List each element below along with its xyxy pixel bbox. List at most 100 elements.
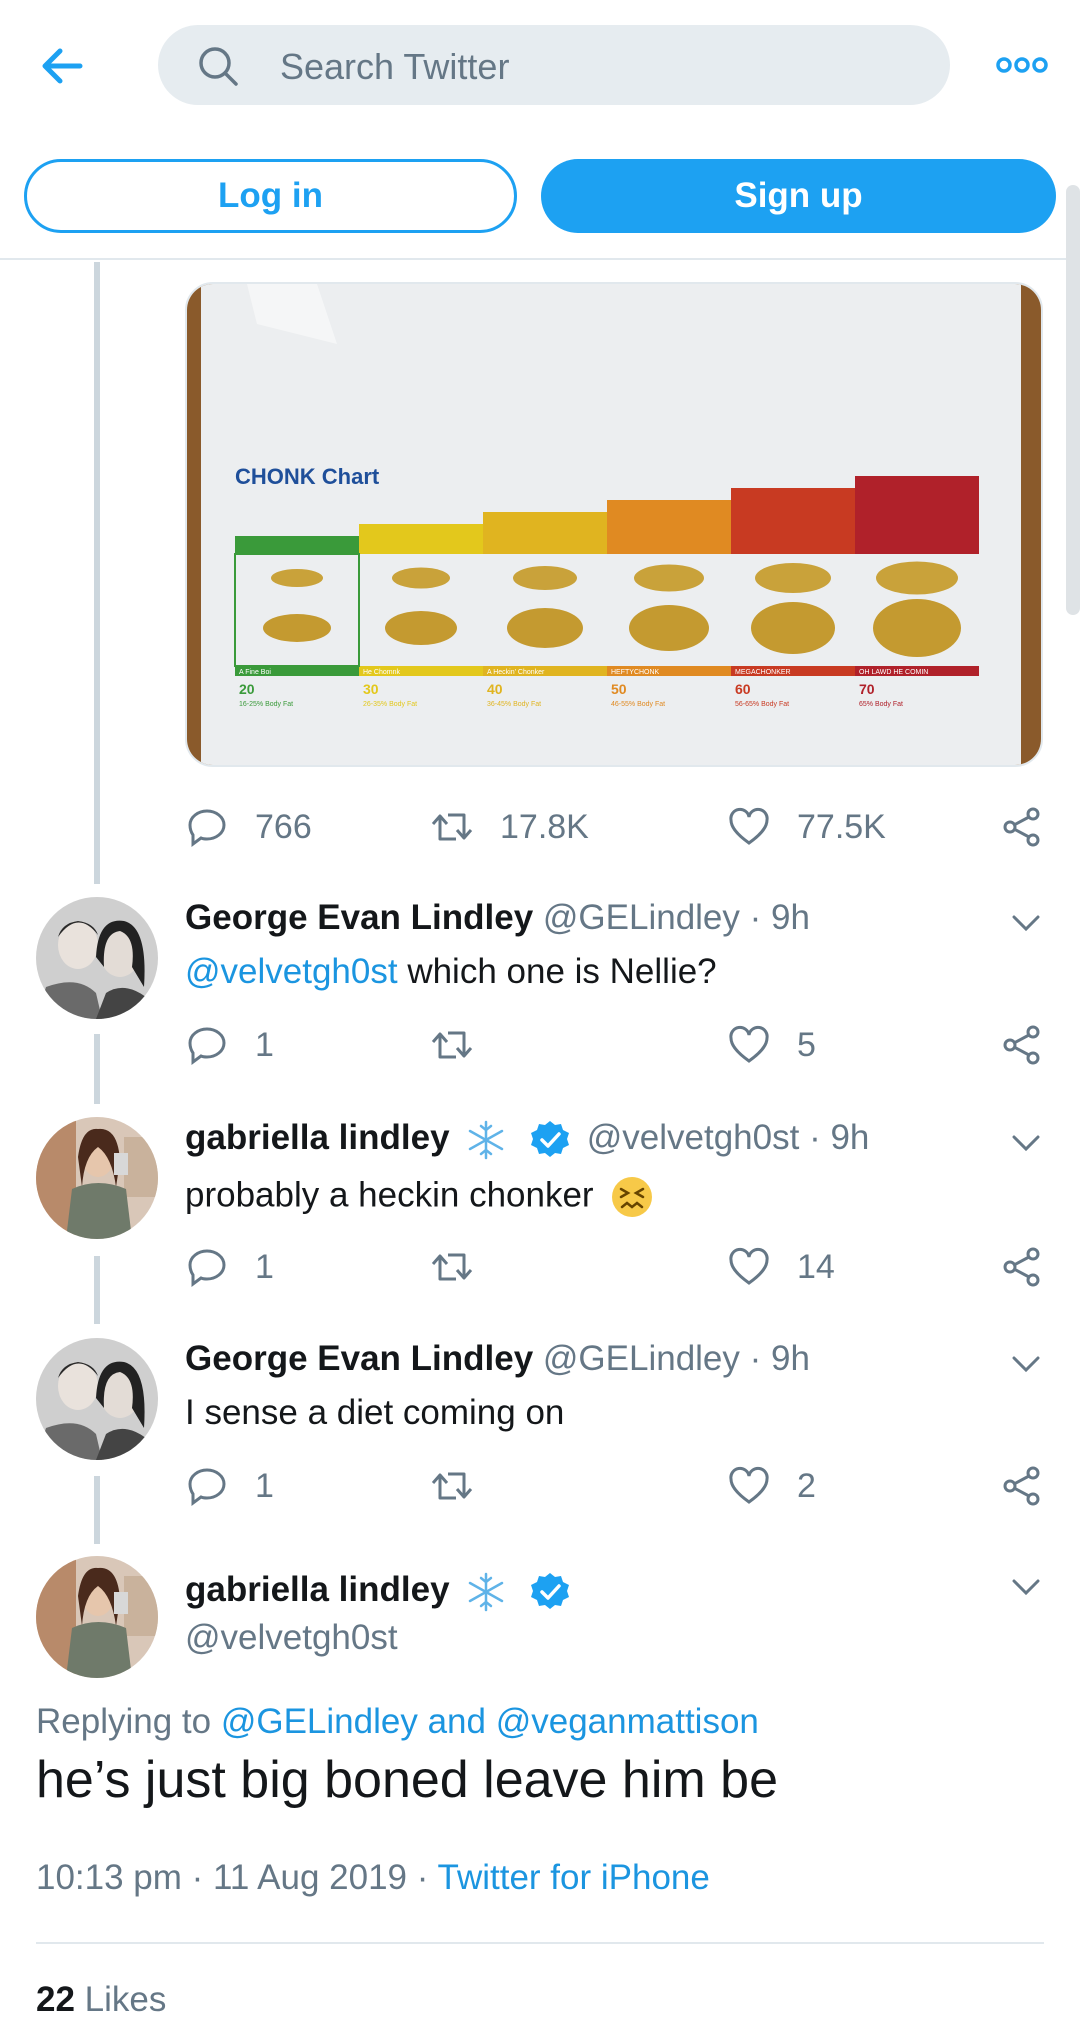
- level-bodyfat: 36-45% Body Fat: [487, 701, 541, 708]
- snowflake-icon: [469, 1572, 504, 1611]
- share-icon: [1003, 807, 1040, 847]
- avatar-photo: [36, 1338, 158, 1460]
- chonk-band: [855, 476, 979, 554]
- avatar[interactable]: [36, 897, 158, 1019]
- reply-button[interactable]: 1: [185, 1461, 274, 1511]
- reply-icon: [188, 1249, 226, 1287]
- thread-line: [94, 1256, 100, 1324]
- reply-button[interactable]: 1: [185, 1242, 274, 1292]
- share-button[interactable]: [1000, 1461, 1044, 1511]
- timestamp[interactable]: · 9h: [750, 1339, 810, 1378]
- like-button[interactable]: 77.5K: [727, 802, 886, 852]
- divider: [36, 1942, 1044, 1944]
- retweet-button[interactable]: [430, 1020, 500, 1070]
- mention-link[interactable]: @GELindley: [221, 1702, 418, 1741]
- tweet-meta: 10:13 pm · 11 Aug 2019 · Twitter for iPh…: [36, 1858, 710, 1898]
- reply-count: 1: [255, 1247, 274, 1286]
- avatar[interactable]: [36, 1338, 158, 1460]
- chevron-down-icon[interactable]: [1004, 1128, 1048, 1158]
- level-number: 40: [487, 681, 503, 697]
- cat-side-view: [263, 614, 331, 642]
- cat-top-view: [755, 563, 831, 593]
- like-count: 2: [797, 1466, 816, 1505]
- like-button[interactable]: 14: [727, 1242, 835, 1292]
- handle[interactable]: @GELindley: [543, 1339, 740, 1378]
- retweet-icon: [431, 1253, 473, 1281]
- login-button[interactable]: Log in: [24, 159, 517, 233]
- share-icon: [1003, 1466, 1040, 1506]
- chonk-band: [359, 524, 483, 554]
- reply-button[interactable]: 766: [185, 802, 312, 852]
- handle[interactable]: @velvetgh0st: [587, 1118, 800, 1157]
- top-bar: Search Twitter: [0, 0, 1080, 130]
- likes-count: 22: [36, 1980, 75, 2019]
- handle[interactable]: @velvetgh0st: [185, 1618, 398, 1658]
- level-label: A Heckin' Chonker: [487, 669, 545, 676]
- retweet-button[interactable]: [430, 1461, 500, 1511]
- chonk-band: [731, 488, 855, 554]
- retweet-icon: [431, 1472, 473, 1500]
- reply-text: probably a heckin chonker: [185, 1174, 661, 1220]
- avatar[interactable]: [36, 1556, 158, 1678]
- timestamp[interactable]: · 9h: [809, 1118, 869, 1157]
- display-name[interactable]: gabriella lindley: [185, 1570, 450, 1609]
- chevron-down-icon[interactable]: [1004, 1572, 1048, 1602]
- level-bodyfat: 16-25% Body Fat: [239, 701, 293, 708]
- retweet-icon: [431, 813, 473, 841]
- level-bodyfat: 46-55% Body Fat: [611, 701, 665, 708]
- tweet-source-link[interactable]: Twitter for iPhone: [438, 1858, 710, 1897]
- share-icon: [1003, 1247, 1040, 1287]
- retweet-button[interactable]: 17.8K: [430, 802, 589, 852]
- share-button[interactable]: [1000, 802, 1044, 852]
- back-arrow-icon[interactable]: [36, 40, 88, 92]
- reply-count: 1: [255, 1466, 274, 1505]
- share-button[interactable]: [1000, 1242, 1044, 1292]
- avatar[interactable]: [36, 1117, 158, 1239]
- tweet-actions: 1 2: [185, 1461, 1045, 1511]
- chevron-down-icon[interactable]: [1004, 908, 1048, 938]
- likes-label: Likes: [74, 1980, 167, 2019]
- like-button[interactable]: 5: [727, 1020, 816, 1070]
- level-number: 30: [363, 681, 379, 697]
- level-number: 70: [859, 681, 875, 697]
- search-placeholder: Search Twitter: [280, 46, 510, 87]
- more-options-icon[interactable]: [996, 52, 1048, 78]
- timestamp[interactable]: 10:13 pm · 11 Aug 2019 ·: [36, 1858, 438, 1897]
- chevron-down-icon[interactable]: [1004, 1349, 1048, 1379]
- level-label: HEFTYCHONK: [611, 669, 660, 676]
- level-number: 60: [735, 681, 751, 697]
- signup-button[interactable]: Sign up: [541, 159, 1056, 233]
- share-button[interactable]: [1000, 1020, 1044, 1070]
- replying-to: Replying to @GELindley and @veganmattiso…: [36, 1702, 759, 1742]
- cat-side-view: [873, 599, 961, 657]
- level-bodyfat: 56-65% Body Fat: [735, 701, 789, 708]
- reply-button[interactable]: 1: [185, 1020, 274, 1070]
- mention-link[interactable]: @velvetgh0st: [185, 952, 398, 991]
- level-bodyfat: 26-35% Body Fat: [363, 701, 417, 708]
- reply-body: probably a heckin chonker: [185, 1175, 594, 1215]
- like-button[interactable]: 2: [727, 1461, 816, 1511]
- scrollbar[interactable]: [1066, 185, 1080, 615]
- likes-summary[interactable]: 22 Likes: [36, 1980, 166, 2020]
- chonk-chart-photo: CHONK Chart A Fine Boi 20 16-25% Body Fat H…: [187, 284, 1041, 765]
- retweet-count: 17.8K: [500, 807, 589, 846]
- heart-icon: [729, 1466, 769, 1504]
- reply-icon: [188, 1468, 226, 1506]
- display-name[interactable]: George Evan Lindley: [185, 898, 533, 937]
- handle[interactable]: @GELindley: [543, 898, 740, 937]
- reply-header: George Evan Lindley @GELindley · 9h: [185, 898, 810, 938]
- display-name[interactable]: gabriella lindley: [185, 1118, 450, 1157]
- retweet-button[interactable]: [430, 1242, 500, 1292]
- snowflake-icon: [469, 1120, 504, 1159]
- reply-text: I sense a diet coming on: [185, 1393, 564, 1433]
- search-input[interactable]: Search Twitter: [158, 25, 950, 105]
- tweet-actions: 1 14: [185, 1242, 1045, 1292]
- timestamp[interactable]: · 9h: [750, 898, 810, 937]
- display-name[interactable]: George Evan Lindley: [185, 1339, 533, 1378]
- auth-bar: Log in Sign up: [0, 130, 1080, 260]
- tweet-media-image[interactable]: CHONK Chart A Fine Boi 20 16-25% Body Fat H…: [185, 282, 1043, 767]
- mention-link[interactable]: @veganmattison: [496, 1702, 759, 1741]
- cat-top-view: [392, 567, 450, 589]
- reply-count: 766: [255, 807, 312, 846]
- chonk-band: [607, 500, 731, 554]
